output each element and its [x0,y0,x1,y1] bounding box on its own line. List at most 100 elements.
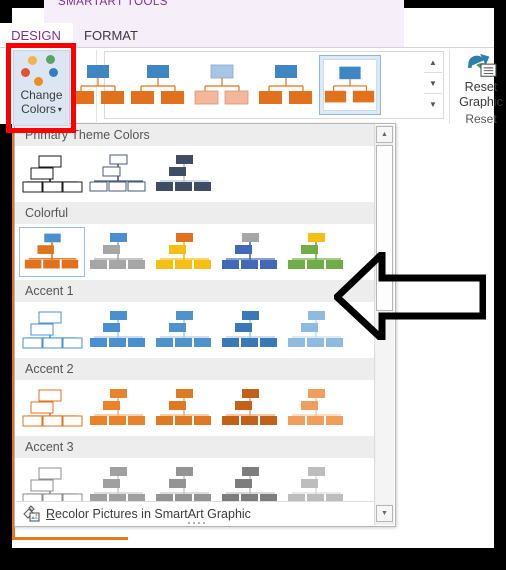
color-variant-preview [283,461,349,502]
color-variant-accent1-outline[interactable] [19,305,85,355]
reset-graphic-label-line2: Graphic [459,95,503,109]
smartart-style-5-selected[interactable] [319,55,381,115]
org-chart-preview-icon [194,64,249,105]
ribbon-group-divider-2 [449,50,450,124]
color-variant-preview [20,228,84,276]
color-variant-preview [85,461,151,502]
scrollbar-up-button[interactable]: ▲ [376,126,393,143]
color-variant-preview [283,227,349,277]
gallery-scroll-down-button[interactable]: ▼ [424,73,442,94]
org-chart-preview-icon [71,65,124,104]
color-variant-preview [217,227,283,277]
color-variant-accent3-outline[interactable] [19,461,85,502]
smartart-style-4[interactable] [255,55,317,115]
org-chart-preview-icon [22,155,83,193]
recolor-pictures-icon [16,504,46,523]
color-variant-preview [85,305,151,355]
change-colors-dropdown[interactable]: Primary Theme Colors Colorful Accent 1 Acce… [14,123,396,527]
org-chart-preview-icon [90,389,145,425]
scrollbar-thumb[interactable] [376,145,393,311]
org-chart-preview-icon [22,311,83,349]
group-row [15,224,375,280]
recolor-pictures-menu-item[interactable]: Recolor Pictures in SmartArt Graphic [16,501,374,525]
color-variant-preview [85,149,151,199]
color-variant-accent2-fill-solid[interactable] [85,383,151,433]
scrollbar-track[interactable] [376,311,393,504]
scrollbar-down-button[interactable]: ▼ [376,505,393,522]
color-variant-preview [19,149,85,199]
group-row [15,146,375,202]
color-variant-accent2-fill-dark[interactable] [217,383,283,433]
recolor-pictures-label: Recolor Pictures in SmartArt Graphic [46,507,251,521]
color-variant-colorful-range-4-5[interactable] [217,227,283,277]
reset-group-label: Reset [465,112,497,126]
color-variant-accent1-fill-solid[interactable] [85,305,151,355]
org-chart-preview-icon [156,467,211,502]
org-chart-preview-icon [288,233,343,269]
color-variant-primary-dark-fill[interactable] [151,149,217,199]
color-variant-colorful-range-3-4[interactable] [151,227,217,277]
color-variant-preview [85,227,151,277]
org-chart-preview-icon [22,389,83,427]
color-variant-preview [19,461,85,502]
group-row [15,302,375,358]
org-chart-preview-icon [90,467,145,502]
gallery-more-button[interactable]: ▼ [424,94,442,115]
color-variant-preview [151,227,217,277]
color-variant-colorful-range-2-3[interactable] [85,227,151,277]
org-chart-preview-icon [89,154,146,192]
org-chart-preview-icon [288,311,343,347]
reset-graphic-icon [467,53,497,77]
org-chart-preview-icon [222,233,277,269]
color-variant-preview [217,305,283,355]
group-header-accent-2: Accent 2 [15,358,375,380]
reset-graphic-button[interactable]: Reset Graphic [455,52,506,110]
dropdown-scroll-area[interactable]: Primary Theme Colors Colorful Accent 1 Acce… [15,124,375,502]
color-variant-preview [151,149,217,199]
color-variant-accent1-fill-medium[interactable] [151,305,217,355]
color-variant-colorful-accent-1-2[interactable] [19,227,85,277]
org-chart-preview-icon [24,233,79,269]
org-chart-preview-icon [156,389,211,425]
color-variant-accent3-fill-solid[interactable] [85,461,151,502]
contextual-tab-filler [149,23,404,47]
color-variant-accent1-fill-dark[interactable] [217,305,283,355]
reset-graphic-label-line1: Reset [464,80,498,94]
color-variant-colorful-range-5-6[interactable] [283,227,349,277]
org-chart-preview-icon [90,311,145,347]
color-variant-preview [151,461,217,502]
dropdown-resize-grip[interactable] [166,520,226,526]
org-chart-preview-icon [131,65,184,104]
smartart-style-1[interactable] [67,55,129,115]
color-variant-preview [19,305,85,355]
color-variant-preview [151,305,217,355]
org-chart-preview-icon [222,389,277,425]
color-variant-primary-outline-accent[interactable] [85,149,151,199]
gallery-scroll-buttons[interactable]: ▲ ▼ ▼ [424,51,444,119]
color-variant-accent3-fill-dark[interactable] [217,461,283,502]
group-row [15,380,375,436]
smartart-styles-gallery[interactable] [71,51,430,119]
color-variant-accent1-fill-light[interactable] [283,305,349,355]
group-row [15,458,375,502]
color-variant-primary-outline-dark[interactable] [19,149,85,199]
smartart-style-2[interactable] [127,55,189,115]
color-variant-accent3-fill-light[interactable] [283,461,349,502]
recolor-pictures-accesskey: R [46,506,56,521]
color-variant-accent2-fill-light[interactable] [283,383,349,433]
tab-format[interactable]: FORMAT [73,23,149,47]
gallery-scroll-up-button[interactable]: ▲ [424,52,442,73]
org-chart-preview-icon [222,311,277,347]
dropdown-scrollbar[interactable]: ▲ ▼ [374,125,394,525]
color-variant-preview [217,383,283,433]
color-variant-preview [19,383,85,433]
color-variant-accent3-fill-medium[interactable] [151,461,217,502]
color-variant-accent2-outline[interactable] [19,383,85,433]
change-colors-highlight-box [6,43,76,133]
smartart-style-3[interactable] [191,55,253,115]
group-header-accent-3: Accent 3 [15,436,375,458]
color-variant-accent2-fill-medium[interactable] [151,383,217,433]
group-header-colorful: Colorful [15,202,375,224]
recolor-pictures-text: ecolor Pictures in SmartArt Graphic [55,506,251,521]
org-chart-preview-icon [156,233,211,269]
